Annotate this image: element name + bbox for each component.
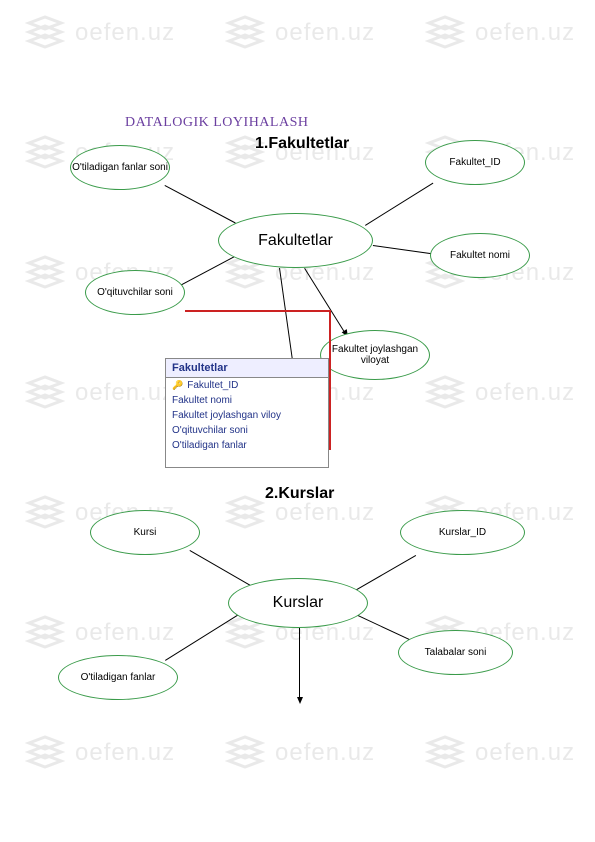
attr-fakultet-nomi: Fakultet nomi	[430, 233, 530, 278]
db-field: O'tiladigan fanlar	[166, 438, 328, 453]
watermark: oefen.uz	[25, 735, 175, 770]
attr-oqituvchilar-soni: O'qituvchilar soni	[85, 270, 185, 315]
db-field: O'qituvchilar soni	[166, 423, 328, 438]
db-connector	[185, 310, 330, 312]
connector	[279, 268, 294, 365]
connector	[304, 268, 345, 332]
attr-talabalar-soni: Talabalar soni	[398, 630, 513, 675]
watermark: oefen.uz	[25, 375, 175, 410]
key-icon: 🔑	[172, 380, 183, 391]
attr-kurslar-id: Kurslar_ID	[400, 510, 525, 555]
watermark: oefen.uz	[225, 735, 375, 770]
watermark: oefen.uz	[25, 15, 175, 50]
connector	[355, 555, 416, 591]
connector	[165, 610, 246, 661]
db-connector	[329, 310, 331, 450]
watermark: oefen.uz	[25, 615, 175, 650]
connector	[373, 245, 438, 255]
attr-fakultet-viloyat: Fakultet joylashgan viloyat	[320, 330, 430, 380]
db-field: 🔑Fakultet_ID	[166, 378, 328, 393]
attr-otiladigan-fanlar: O'tiladigan fanlar	[58, 655, 178, 700]
watermark: oefen.uz	[225, 15, 375, 50]
db-field: Fakultet joylashgan viloy	[166, 408, 328, 423]
section-heading-2: 2.Kurslar	[265, 485, 334, 503]
connector	[365, 183, 433, 226]
entity-fakultetlar: Fakultetlar	[218, 213, 373, 268]
attr-otiladigan-fanlar-soni: O'tiladigan fanlar soni	[70, 145, 170, 190]
db-table-fakultetlar: Fakultetlar 🔑Fakultet_ID Fakultet nomi F…	[165, 358, 329, 468]
section-heading-1: 1.Fakultetlar	[255, 135, 349, 153]
attr-kursi: Kursi	[90, 510, 200, 555]
db-table-header: Fakultetlar	[166, 359, 328, 378]
connector	[190, 550, 251, 586]
connector	[165, 185, 236, 223]
entity-kurslar: Kurslar	[228, 578, 368, 628]
attr-fakultet-id: Fakultet_ID	[425, 140, 525, 185]
db-field: Fakultet nomi	[166, 393, 328, 408]
watermark: oefen.uz	[425, 735, 575, 770]
watermark: oefen.uz	[425, 15, 575, 50]
watermark: oefen.uz	[425, 375, 575, 410]
connector	[299, 628, 300, 698]
page-title: DATALOGIK LOYIHALASH	[125, 115, 308, 131]
